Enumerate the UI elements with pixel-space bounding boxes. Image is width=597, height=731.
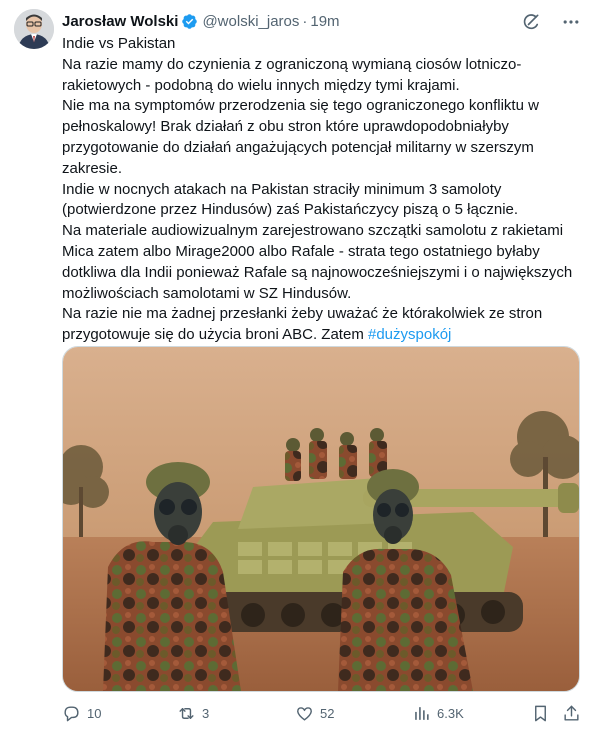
bookmark-icon	[535, 705, 546, 722]
tweet-paragraph: Na materiale audiowizualnym zarejestrowa…	[62, 222, 573, 302]
reply-count: 10	[87, 706, 102, 721]
like-icon	[297, 707, 312, 721]
reply-button[interactable]: 10	[62, 704, 101, 723]
repost-icon	[179, 708, 194, 719]
tweet-paragraph: Na razie mamy do czynienia z ograniczoną…	[62, 55, 522, 94]
tweet-actions: 10 3 52 6.3K	[62, 704, 582, 724]
like-button[interactable]: 52	[295, 704, 334, 723]
views-icon	[415, 707, 429, 720]
more-icon[interactable]	[561, 12, 581, 32]
views-button[interactable]: 6.3K	[412, 704, 464, 723]
tweet-paragraph: Indie vs Pakistan	[62, 35, 176, 52]
tweet-top-actions	[521, 12, 581, 32]
views-count: 6.3K	[437, 706, 464, 721]
bookmark-button[interactable]	[531, 704, 550, 723]
tweet-paragraph: Indie w nocnych atakach na Pakistan stra…	[62, 180, 519, 219]
tweet-header: Jarosław Wolski @wolski_jaros · 19m	[62, 10, 340, 32]
author-name[interactable]: Jarosław Wolski	[62, 13, 178, 30]
author-handle[interactable]: @wolski_jaros	[202, 13, 299, 30]
tweet-last-text: Na razie nie ma żadnej przesłanki żeby u…	[62, 305, 543, 344]
hashtag-link[interactable]: #dużyspokój	[368, 326, 451, 343]
soldiers-tank-photo	[63, 347, 579, 691]
author-avatar[interactable]	[14, 9, 54, 49]
repost-count: 3	[202, 706, 210, 721]
tweet-paragraph-last: Na razie nie ma żadnej przesłanki żeby u…	[62, 304, 582, 346]
repost-button[interactable]: 3	[177, 704, 209, 723]
header-separator: ·	[302, 12, 308, 30]
tweet-text: Indie vs Pakistan Na razie mamy do czyni…	[62, 34, 582, 346]
share-button[interactable]	[562, 704, 581, 723]
grok-icon[interactable]	[521, 12, 541, 32]
tweet-media-image[interactable]	[62, 346, 580, 692]
share-icon	[564, 705, 579, 721]
verified-badge-icon	[182, 13, 198, 29]
tweet-timestamp[interactable]: 19m	[310, 13, 339, 30]
like-count: 52	[320, 706, 335, 721]
avatar-portrait	[14, 9, 54, 49]
reply-icon	[64, 706, 79, 722]
tweet-paragraph: Nie ma na symptomów przerodzenia się teg…	[62, 97, 539, 177]
